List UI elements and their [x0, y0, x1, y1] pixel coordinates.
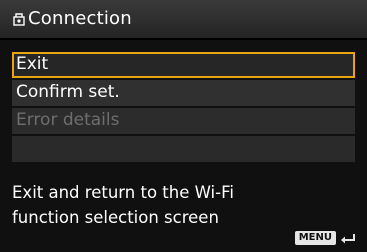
- menu-item-confirm-settings[interactable]: Confirm set.: [12, 80, 355, 106]
- header-bar: Connection: [0, 0, 367, 40]
- camera-lcd-screen: Connection Exit Confirm set. Error detai…: [0, 0, 367, 252]
- connection-icon: [13, 13, 25, 26]
- return-arrow-icon: [341, 234, 355, 244]
- menu-list: Exit Confirm set. Error details: [12, 52, 355, 164]
- menu-item-exit[interactable]: Exit: [12, 52, 355, 78]
- menu-button-label: MENU: [294, 231, 336, 245]
- menu-item-error-details: Error details: [12, 108, 355, 134]
- page-title: Connection: [28, 8, 132, 29]
- menu-item-empty: [12, 136, 355, 162]
- menu-back-button[interactable]: MENU: [294, 230, 357, 246]
- help-description: Exit and return to the Wi-Fi function se…: [12, 183, 234, 227]
